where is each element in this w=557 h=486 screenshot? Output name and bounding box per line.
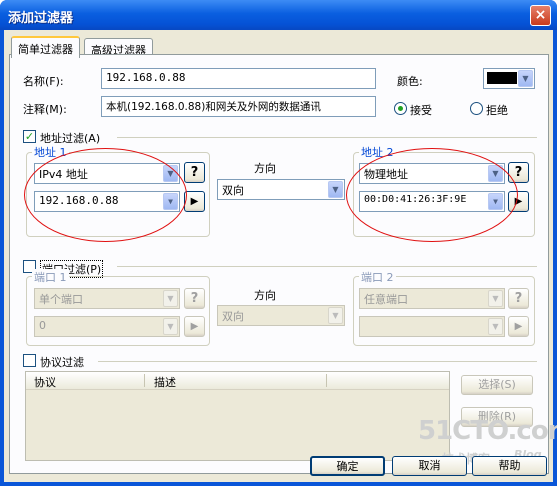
port-1-label: 端口 1 bbox=[32, 269, 69, 285]
chevron-down-icon: ▼ bbox=[328, 181, 343, 198]
name-label: 名称(F): bbox=[23, 75, 64, 88]
port-2-type-value: 任意端口 bbox=[364, 293, 408, 306]
address-direction-select[interactable]: 双向 ▼ bbox=[217, 179, 345, 200]
play-icon: ▶ bbox=[514, 196, 523, 207]
dialog-window: 添加过滤器 × 简单过滤器 高级过滤器 名称(F): 192.168.0.88 … bbox=[0, 0, 557, 486]
protocol-list[interactable]: 协议 描述 bbox=[25, 371, 450, 461]
address-2-type-value: 物理地址 bbox=[364, 168, 408, 181]
play-icon: ▶ bbox=[514, 321, 523, 332]
ok-button[interactable]: 确定 bbox=[310, 456, 385, 476]
close-button[interactable]: × bbox=[530, 5, 551, 26]
name-input[interactable]: 192.168.0.88 bbox=[101, 68, 376, 89]
note-label: 注释(M): bbox=[23, 103, 67, 116]
port-direction-label: 方向 bbox=[254, 289, 276, 302]
address-2-go-button[interactable]: ▶ bbox=[508, 191, 529, 212]
window-title: 添加过滤器 bbox=[8, 11, 74, 26]
accept-radio[interactable] bbox=[394, 102, 407, 115]
address-2-help-button[interactable]: ? bbox=[508, 162, 529, 183]
address-1-type-select[interactable]: IPv4 地址 ▼ bbox=[34, 163, 180, 184]
port-direction-value: 双向 bbox=[222, 310, 244, 323]
select-protocol-button[interactable]: 选择(S) bbox=[461, 375, 533, 395]
chevron-down-icon: ▼ bbox=[328, 307, 343, 324]
divider bbox=[117, 266, 537, 267]
chevron-down-icon: ▼ bbox=[163, 318, 178, 335]
column-divider[interactable] bbox=[144, 374, 145, 387]
address-1-help-button[interactable]: ? bbox=[184, 162, 205, 183]
port-1-value: 0 bbox=[39, 319, 46, 332]
cancel-button[interactable]: 取消 bbox=[392, 456, 467, 476]
port-2-help-button[interactable]: ? bbox=[508, 288, 529, 309]
address-2-type-select[interactable]: 物理地址 ▼ bbox=[359, 163, 505, 184]
port-2-type-select[interactable]: 任意端口 ▼ bbox=[359, 288, 505, 309]
port-1-value-select[interactable]: 0 ▼ bbox=[34, 316, 180, 337]
port-1-go-button[interactable]: ▶ bbox=[184, 316, 205, 337]
address-2-label: 地址 2 bbox=[359, 144, 396, 160]
address-1-label: 地址 1 bbox=[32, 144, 69, 160]
color-label: 颜色: bbox=[397, 75, 423, 88]
play-icon: ▶ bbox=[190, 196, 199, 207]
chevron-down-icon: ▼ bbox=[488, 290, 503, 307]
reject-label: 拒绝 bbox=[486, 104, 508, 117]
port-1-type-select[interactable]: 单个端口 ▼ bbox=[34, 288, 180, 309]
simple-filter-panel: 名称(F): 192.168.0.88 颜色: ▼ 注释(M): 本机(192.… bbox=[9, 54, 549, 474]
accept-label: 接受 bbox=[410, 104, 432, 117]
chevron-down-icon: ▼ bbox=[518, 70, 533, 87]
watermark-logo: 51CTO.com bbox=[418, 416, 557, 446]
note-input[interactable]: 本机(192.168.0.88)和网关及外网的数据通讯 bbox=[101, 96, 376, 117]
port-1-type-value: 单个端口 bbox=[39, 293, 83, 306]
chevron-down-icon: ▼ bbox=[488, 318, 503, 335]
chevron-down-icon: ▼ bbox=[163, 165, 178, 182]
address-1-type-value: IPv4 地址 bbox=[39, 168, 88, 181]
divider bbox=[98, 361, 537, 362]
port-1-help-button[interactable]: ? bbox=[184, 288, 205, 309]
column-protocol[interactable]: 协议 bbox=[34, 374, 56, 390]
color-swatch bbox=[487, 72, 517, 84]
title-bar[interactable]: 添加过滤器 × bbox=[0, 0, 557, 30]
address-filter-checkbox[interactable]: ✓ bbox=[23, 130, 36, 143]
address-1-go-button[interactable]: ▶ bbox=[184, 191, 205, 212]
divider bbox=[117, 137, 537, 138]
close-icon: × bbox=[534, 7, 547, 23]
port-2-go-button[interactable]: ▶ bbox=[508, 316, 529, 337]
column-divider[interactable] bbox=[326, 374, 327, 387]
port-2-value-select[interactable]: ▼ bbox=[359, 316, 505, 337]
chevron-down-icon: ▼ bbox=[163, 193, 178, 210]
protocol-list-header: 协议 描述 bbox=[26, 372, 449, 390]
chevron-down-icon: ▼ bbox=[163, 290, 178, 307]
dialog-client: 简单过滤器 高级过滤器 名称(F): 192.168.0.88 颜色: ▼ 注释… bbox=[4, 30, 557, 482]
reject-radio[interactable] bbox=[470, 102, 483, 115]
address-2-value: 00:D0:41:26:3F:9E bbox=[364, 194, 467, 205]
color-picker[interactable]: ▼ bbox=[483, 68, 535, 89]
protocol-filter-label: 协议过滤 bbox=[40, 356, 84, 369]
address-1-value-select[interactable]: 192.168.0.88 ▼ bbox=[34, 191, 180, 212]
address-1-value: 192.168.0.88 bbox=[39, 194, 119, 207]
address-direction-value: 双向 bbox=[222, 184, 244, 197]
port-2-label: 端口 2 bbox=[359, 269, 396, 285]
protocol-filter-checkbox[interactable] bbox=[23, 354, 36, 367]
port-direction-select[interactable]: 双向 ▼ bbox=[217, 305, 345, 326]
chevron-down-icon: ▼ bbox=[488, 193, 503, 210]
help-button[interactable]: 帮助 bbox=[472, 456, 547, 476]
chevron-down-icon: ▼ bbox=[488, 165, 503, 182]
tab-simple-filter[interactable]: 简单过滤器 bbox=[11, 36, 80, 58]
column-description[interactable]: 描述 bbox=[154, 374, 176, 390]
play-icon: ▶ bbox=[190, 321, 199, 332]
address-direction-label: 方向 bbox=[254, 162, 276, 175]
address-2-value-select[interactable]: 00:D0:41:26:3F:9E ▼ bbox=[359, 191, 505, 212]
